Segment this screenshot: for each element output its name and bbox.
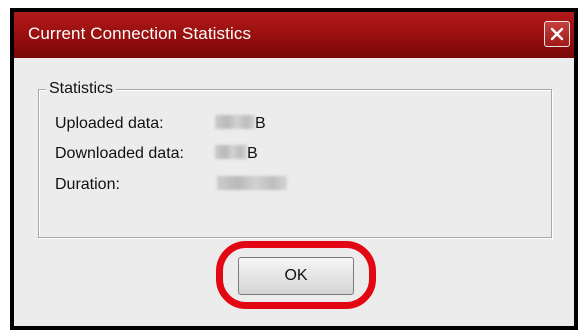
window-title: Current Connection Statistics	[28, 24, 252, 43]
title-bar[interactable]: Current Connection Statistics	[14, 12, 574, 58]
downloaded-data-unit: B	[247, 145, 258, 162]
uploaded-data-label: Uploaded data:	[55, 115, 164, 132]
statistics-group: Statistics Uploaded data: B Downloaded d…	[38, 80, 552, 238]
redacted-value	[215, 115, 255, 129]
close-button[interactable]	[544, 21, 570, 47]
downloaded-data-value: B	[215, 145, 258, 163]
downloaded-data-label: Downloaded data:	[55, 145, 184, 162]
uploaded-data-unit: B	[255, 115, 266, 132]
dialog-body: Statistics Uploaded data: B Downloaded d…	[14, 58, 574, 326]
redacted-value	[217, 176, 287, 190]
redacted-value	[215, 145, 247, 159]
duration-value	[217, 176, 287, 194]
statistics-group-label: Statistics	[46, 80, 117, 98]
uploaded-data-value: B	[215, 115, 266, 133]
dialog-window: Current Connection Statistics Statistics…	[10, 8, 578, 330]
close-icon	[550, 27, 564, 41]
duration-label: Duration:	[55, 176, 120, 193]
ok-button[interactable]: OK	[238, 257, 354, 295]
